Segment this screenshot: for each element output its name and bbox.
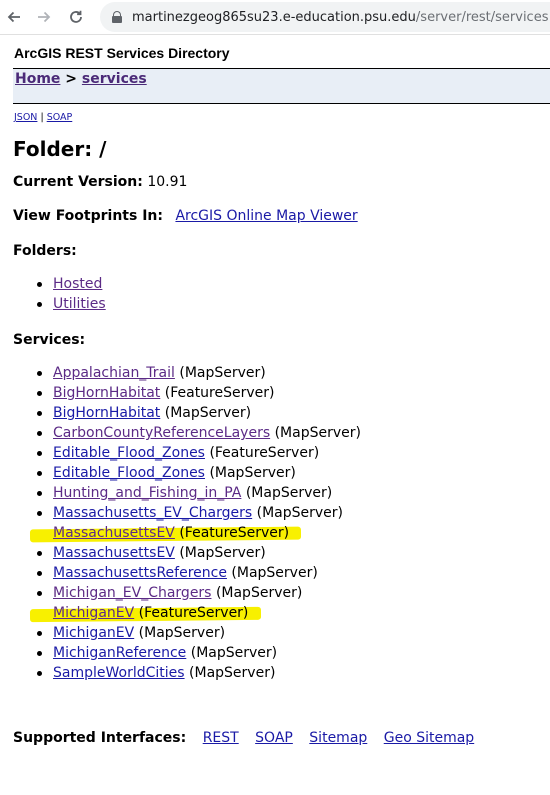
breadcrumb-services-link[interactable]: services (82, 71, 147, 87)
view-footprints: View Footprints In: ArcGIS Online Map Vi… (13, 208, 550, 226)
service-type: (MapServer) (189, 665, 276, 681)
service-link[interactable]: MassachusettsEV (53, 525, 175, 541)
service-item: MichiganEV (FeatureServer) (0, 603, 550, 623)
services-heading: Services: (13, 332, 86, 348)
supported-interfaces: Supported Interfaces: REST SOAP Sitemap … (13, 730, 474, 746)
service-item: Michigan_EV_Chargers (MapServer) (0, 583, 550, 603)
service-type: (MapServer) (274, 425, 361, 441)
service-item: MichiganEV (MapServer) (0, 623, 550, 643)
service-type: (MapServer) (231, 565, 318, 581)
breadcrumb-separator: > (65, 71, 78, 87)
services-list: Appalachian_Trail (MapServer) BigHornHabi… (0, 363, 550, 683)
directory-title: ArcGIS REST Services Directory (14, 45, 230, 61)
service-link[interactable]: Hunting_and_Fishing_in_PA (53, 485, 241, 501)
service-item: MassachusettsEV (MapServer) (0, 543, 550, 563)
url-path: /server/rest/services (415, 9, 549, 25)
current-version: Current Version: 10.91 (13, 174, 550, 192)
service-item: Editable_Flood_Zones (MapServer) (0, 463, 550, 483)
folder-link-utilities[interactable]: Utilities (53, 296, 106, 312)
service-link[interactable]: MassachusettsEV (53, 545, 175, 561)
version-label: Current Version: (13, 174, 143, 190)
address-bar[interactable]: martinezgeog865su23.e-education.psu.edu /… (100, 2, 550, 32)
arcgis-online-map-viewer-link[interactable]: ArcGIS Online Map Viewer (175, 208, 357, 224)
sitemap-interface-link[interactable]: Sitemap (309, 730, 367, 746)
folders-heading: Folders: (13, 243, 77, 259)
folders-list: Hosted Utilities (0, 274, 550, 314)
service-link[interactable]: BigHornHabitat (53, 385, 160, 401)
folder-link-hosted[interactable]: Hosted (53, 276, 102, 292)
service-link[interactable]: MichiganEV (53, 605, 134, 621)
service-link[interactable]: Massachusetts_EV_Chargers (53, 505, 252, 521)
service-item: Hunting_and_Fishing_in_PA (MapServer) (0, 483, 550, 503)
service-link[interactable]: BigHornHabitat (53, 405, 160, 421)
service-type: (MapServer) (179, 545, 266, 561)
service-link[interactable]: Editable_Flood_Zones (53, 465, 205, 481)
breadcrumb-bar: Home > services (13, 68, 550, 104)
json-link[interactable]: JSON (14, 112, 37, 123)
format-links: JSON | SOAP (14, 112, 550, 124)
service-item: BigHornHabitat (FeatureServer) (0, 383, 550, 403)
service-link[interactable]: MichiganEV (53, 625, 134, 641)
version-value: 10.91 (147, 174, 188, 190)
service-link[interactable]: Michigan_EV_Chargers (53, 585, 211, 601)
rest-interface-link[interactable]: REST (203, 730, 239, 746)
service-link[interactable]: MassachusettsReference (53, 565, 227, 581)
service-link[interactable]: Appalachian_Trail (53, 365, 175, 381)
back-arrow-icon[interactable] (0, 0, 28, 34)
service-type: (FeatureServer) (138, 605, 249, 621)
service-type: (MapServer) (164, 405, 252, 421)
forward-arrow-icon[interactable] (30, 0, 58, 34)
browser-toolbar: martinezgeog865su23.e-education.psu.edu /… (0, 0, 550, 35)
service-item: CarbonCountyReferenceLayers (MapServer) (0, 423, 550, 443)
service-item: Appalachian_Trail (MapServer) (0, 363, 550, 383)
service-type: (MapServer) (138, 625, 226, 641)
service-type: (MapServer) (256, 505, 344, 521)
service-item: Massachusetts_EV_Chargers (MapServer) (0, 503, 550, 523)
service-type: (FeatureServer) (179, 525, 290, 541)
service-item: SampleWorldCities (MapServer) (0, 663, 550, 683)
service-type: (FeatureServer) (164, 385, 275, 401)
lock-icon[interactable] (112, 11, 122, 23)
folder-item: Hosted (0, 274, 550, 294)
soap-link[interactable]: SOAP (47, 112, 73, 123)
page-title: Folder: / (13, 137, 107, 161)
folder-item: Utilities (0, 294, 550, 314)
format-separator: | (40, 112, 44, 123)
service-type: (MapServer) (179, 365, 266, 381)
service-item: Editable_Flood_Zones (FeatureServer) (0, 443, 550, 463)
breadcrumb-home-link[interactable]: Home (15, 71, 60, 87)
service-type: (MapServer) (209, 465, 296, 481)
url-host: martinezgeog865su23.e-education.psu.edu (132, 9, 416, 25)
page-content: ArcGIS REST Services Directory Home > se… (0, 45, 550, 683)
service-type: (MapServer) (245, 485, 333, 501)
service-link[interactable]: Editable_Flood_Zones (53, 445, 205, 461)
footprints-label: View Footprints In: (13, 208, 163, 224)
service-type: (MapServer) (190, 645, 278, 661)
service-type: (FeatureServer) (209, 445, 320, 461)
service-item: BigHornHabitat (MapServer) (0, 403, 550, 423)
interfaces-label: Supported Interfaces: (13, 730, 187, 746)
reload-icon[interactable] (62, 0, 90, 34)
service-type: (MapServer) (215, 585, 303, 601)
service-link[interactable]: MichiganReference (53, 645, 186, 661)
service-item: MassachusettsReference (MapServer) (0, 563, 550, 583)
service-link[interactable]: CarbonCountyReferenceLayers (53, 425, 270, 441)
service-link[interactable]: SampleWorldCities (53, 665, 185, 681)
service-item: MassachusettsEV (FeatureServer) (0, 523, 550, 543)
soap-interface-link[interactable]: SOAP (255, 730, 293, 746)
geo-sitemap-interface-link[interactable]: Geo Sitemap (384, 730, 474, 746)
service-item: MichiganReference (MapServer) (0, 643, 550, 663)
breadcrumb: Home > services (15, 71, 147, 87)
